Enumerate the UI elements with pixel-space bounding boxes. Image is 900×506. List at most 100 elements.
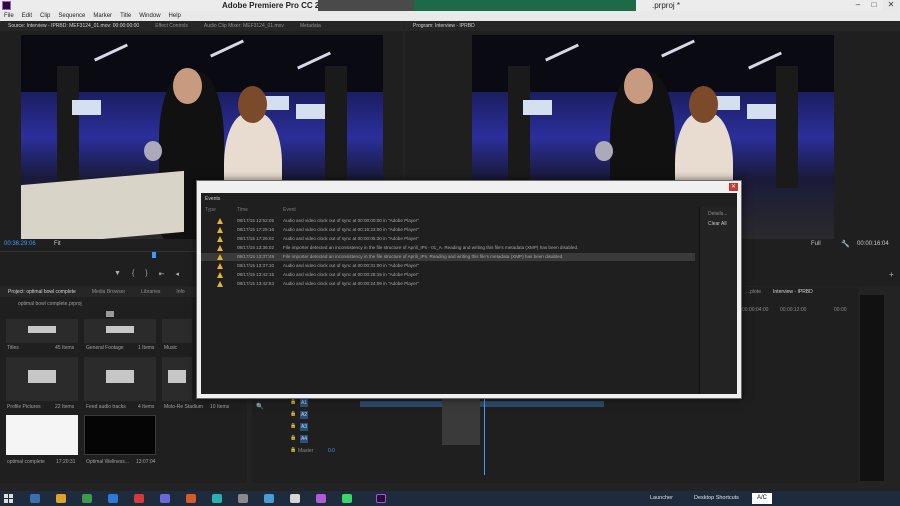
launcher-toolbar[interactable]: Launcher bbox=[650, 495, 673, 501]
menu-file[interactable]: File bbox=[4, 11, 14, 21]
warning-icon bbox=[217, 254, 223, 260]
tab-interview-sequence[interactable]: Interview - IPRBD bbox=[767, 287, 819, 297]
event-time: 08/17/15 17:26:02 bbox=[237, 236, 275, 241]
zoom-magnifier-icon[interactable]: 🔍 bbox=[256, 403, 263, 410]
event-message: Audio and video clock out of sync at 00:… bbox=[283, 263, 419, 268]
add-marker-icon[interactable]: ▼ bbox=[114, 270, 121, 278]
bin-thumbnail-feed-audio[interactable] bbox=[84, 357, 156, 401]
taskbar-app-icon[interactable] bbox=[238, 494, 248, 503]
event-row[interactable]: 08/17/15 13:42:53 Audio and video clock … bbox=[201, 280, 695, 288]
bin-thumbnail-general-footage[interactable] bbox=[84, 319, 156, 343]
ac-indicator[interactable]: A/C bbox=[752, 493, 772, 504]
column-type[interactable]: Type bbox=[205, 207, 216, 213]
taskbar-app-icon[interactable] bbox=[160, 494, 170, 503]
taskbar-app-icon[interactable] bbox=[108, 494, 118, 503]
tab-media-browser[interactable]: Media Browser bbox=[84, 287, 133, 297]
event-row[interactable]: 08/17/15 17:26:02 Audio and video clock … bbox=[201, 235, 695, 243]
tab-program[interactable]: Program: Interview - IPRBD bbox=[405, 21, 483, 31]
taskbar-app-icon[interactable] bbox=[342, 494, 352, 503]
event-message: Audio and video clock out of sync at 00:… bbox=[283, 281, 419, 286]
details-button[interactable]: Details... bbox=[708, 211, 727, 217]
warning-icon bbox=[217, 245, 223, 251]
taskbar-app-icon[interactable] bbox=[316, 494, 326, 503]
audio-clip-block[interactable] bbox=[442, 399, 480, 445]
desktop-shortcuts-toolbar[interactable]: Desktop Shortcuts bbox=[694, 495, 739, 501]
taskbar-app-icon[interactable] bbox=[134, 494, 144, 503]
event-row[interactable]: 08/17/15 13:36:02 File importer detected… bbox=[201, 244, 695, 252]
tab-effect-controls[interactable]: Effect Controls bbox=[147, 21, 196, 31]
source-zoom-select[interactable]: Fit bbox=[54, 241, 61, 247]
event-row[interactable]: 08/17/15 17:25:16 Audio and video clock … bbox=[201, 226, 695, 234]
taskbar-app-icon[interactable] bbox=[290, 494, 300, 503]
tab-project[interactable]: Project: optimal bowl complete bbox=[0, 287, 84, 297]
wrench-icon[interactable]: 🔧 bbox=[841, 240, 850, 248]
track-lock-icon[interactable]: 🔒 bbox=[290, 399, 296, 405]
events-tab[interactable]: Events bbox=[205, 196, 220, 202]
taskbar-app-icon[interactable] bbox=[30, 494, 40, 503]
taskbar-app-icon[interactable] bbox=[56, 494, 66, 503]
source-playhead[interactable] bbox=[152, 252, 156, 258]
taskbar-app-icon[interactable] bbox=[82, 494, 92, 503]
timeline-playhead[interactable] bbox=[484, 395, 485, 475]
master-volume-value[interactable]: 0.0 bbox=[328, 448, 335, 454]
mark-out-icon[interactable]: } bbox=[145, 270, 147, 278]
menu-sequence[interactable]: Sequence bbox=[58, 11, 85, 21]
bin-thumbnail-stadium[interactable] bbox=[162, 357, 192, 401]
track-target-a4[interactable]: A4 bbox=[300, 435, 308, 443]
event-row[interactable]: 08/17/15 13:42:15 Audio and video clock … bbox=[201, 271, 695, 279]
tab-info[interactable]: Info bbox=[168, 287, 192, 297]
maximize-button[interactable]: □ bbox=[866, 0, 882, 11]
track-target-a3[interactable]: A3 bbox=[300, 423, 308, 431]
event-row[interactable]: 08/17/15 12:52:05 Audio and video clock … bbox=[201, 217, 695, 225]
taskbar-app-icon[interactable] bbox=[212, 494, 222, 503]
menu-window[interactable]: Window bbox=[139, 11, 160, 21]
audio-clip-a1[interactable] bbox=[360, 401, 604, 407]
track-lock-icon[interactable]: 🔒 bbox=[290, 447, 296, 453]
event-time: 08/17/15 13:37:10 bbox=[237, 263, 275, 268]
column-event[interactable]: Event bbox=[283, 207, 296, 213]
bin-thumbnail-profile-pictures[interactable] bbox=[6, 357, 78, 401]
mark-in-icon[interactable]: { bbox=[132, 270, 134, 278]
bin-thumbnail-titles[interactable] bbox=[6, 319, 78, 343]
dialog-close-button[interactable]: ✕ bbox=[729, 183, 738, 191]
close-window-button[interactable]: ✕ bbox=[883, 0, 899, 11]
bin-label: Moto-Re Stadium bbox=[164, 404, 203, 410]
taskbar-app-icon[interactable] bbox=[264, 494, 274, 503]
taskbar-app-icon[interactable] bbox=[186, 494, 196, 503]
event-time: 08/17/15 13:37:49 bbox=[237, 254, 275, 259]
sequence-thumbnail-optimal-wellness[interactable] bbox=[84, 415, 156, 455]
start-button[interactable] bbox=[4, 494, 13, 503]
bin-label: Optimal Wellness... bbox=[86, 459, 129, 465]
minimize-button[interactable]: – bbox=[850, 0, 866, 11]
sequence-thumbnail-optimal-complete[interactable] bbox=[6, 415, 78, 455]
add-button-icon[interactable]: + bbox=[889, 270, 894, 279]
premiere-taskbar-icon[interactable] bbox=[376, 494, 386, 503]
track-target-a2[interactable]: A2 bbox=[300, 411, 308, 419]
clear-all-button[interactable]: Clear All bbox=[708, 221, 727, 227]
step-back-icon[interactable]: ◂ bbox=[176, 270, 180, 278]
menu-marker[interactable]: Marker bbox=[93, 11, 112, 21]
tab-metadata[interactable]: Metadata bbox=[292, 21, 329, 31]
tab-source[interactable]: Source: Interview - IPRBD: MEF3124_01.mo… bbox=[0, 21, 147, 31]
go-to-in-icon[interactable]: ⇤ bbox=[159, 270, 165, 278]
menu-help[interactable]: Help bbox=[169, 11, 181, 21]
menu-clip[interactable]: Clip bbox=[40, 11, 50, 21]
tab-libraries[interactable]: Libraries bbox=[133, 287, 168, 297]
program-zoom-select[interactable]: Full bbox=[811, 241, 821, 247]
event-row-selected[interactable]: 08/17/15 13:37:49 File importer detected… bbox=[201, 253, 695, 261]
track-lock-icon[interactable]: 🔒 bbox=[290, 435, 296, 441]
menu-edit[interactable]: Edit bbox=[22, 11, 32, 21]
column-time[interactable]: Time bbox=[237, 207, 248, 213]
track-lock-icon[interactable]: 🔒 bbox=[290, 423, 296, 429]
tab-audio-clip-mixer[interactable]: Audio Clip Mixer: MEF3124_01.mov bbox=[196, 21, 292, 31]
folder-icon[interactable] bbox=[106, 311, 114, 317]
event-row[interactable]: 08/17/15 13:37:10 Audio and video clock … bbox=[201, 262, 695, 270]
track-lock-icon[interactable]: 🔒 bbox=[290, 411, 296, 417]
track-target-a1[interactable]: A1 bbox=[300, 399, 308, 407]
program-tabs: Program: Interview - IPRBD bbox=[405, 21, 900, 31]
tab-sequence-complete[interactable]: ...plote bbox=[740, 287, 767, 297]
bin-label: optimal complete bbox=[7, 459, 45, 465]
bin-thumbnail-music[interactable] bbox=[162, 319, 192, 343]
source-timecode[interactable]: 00:36:29:06 bbox=[4, 241, 36, 247]
menu-title[interactable]: Title bbox=[120, 11, 131, 21]
